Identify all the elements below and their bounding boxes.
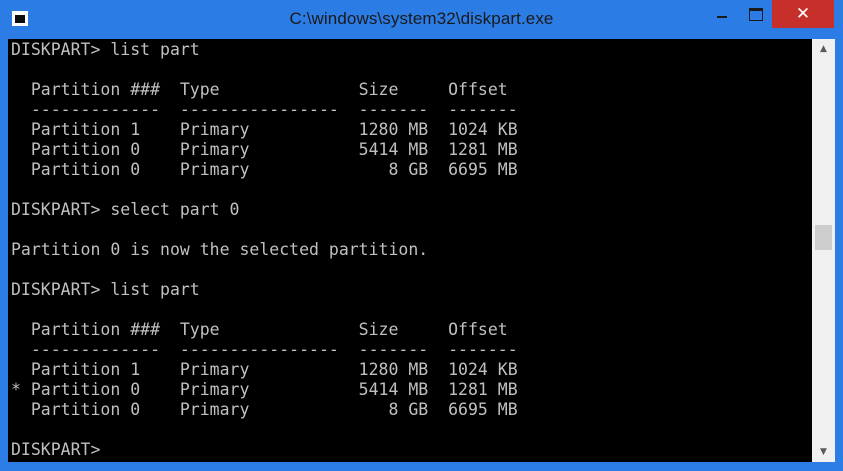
vertical-scrollbar[interactable]: ▲ ▼ <box>812 39 835 462</box>
console-line: Partition ### Type Size Offset <box>11 80 508 99</box>
scroll-thumb[interactable] <box>815 225 832 250</box>
scroll-up-button[interactable]: ▲ <box>812 39 835 59</box>
console-line: Partition 0 Primary 8 GB 6695 MB <box>11 400 518 419</box>
console-line: Partition 1 Primary 1280 MB 1024 KB <box>11 360 518 379</box>
console-line: DISKPART> <box>11 440 101 459</box>
console-line: ------------- ---------------- ------- -… <box>11 340 518 359</box>
console-line: DISKPART> list part <box>11 40 200 59</box>
minimize-icon <box>717 16 727 18</box>
scroll-down-button[interactable]: ▼ <box>812 442 835 462</box>
console-line: Partition 0 Primary 8 GB 6695 MB <box>11 160 518 179</box>
console-line: Partition 1 Primary 1280 MB 1024 KB <box>11 120 518 139</box>
console-window: C:\windows\system32\diskpart.exe ✕ DISKP… <box>0 0 843 471</box>
console-line: Partition 0 is now the selected partitio… <box>11 240 429 259</box>
console-line: Partition ### Type Size Offset <box>11 320 508 339</box>
close-button[interactable]: ✕ <box>772 0 834 28</box>
console-output[interactable]: DISKPART> list part Partition ### Type S… <box>8 39 812 462</box>
console-line: ------------- ---------------- ------- -… <box>11 100 518 119</box>
minimize-button[interactable] <box>707 0 737 28</box>
console-lines: DISKPART> list part Partition ### Type S… <box>11 40 518 460</box>
console-line: Partition 0 Primary 5414 MB 1281 MB <box>11 140 518 159</box>
title-bar[interactable]: C:\windows\system32\diskpart.exe ✕ <box>0 0 843 39</box>
console-line: * Partition 0 Primary 5414 MB 1281 MB <box>11 380 518 399</box>
close-icon: ✕ <box>795 3 811 24</box>
maximize-button[interactable] <box>741 0 771 28</box>
chevron-down-icon: ▼ <box>820 447 827 457</box>
window-bottom-border <box>0 462 843 471</box>
chevron-up-icon: ▲ <box>820 44 827 54</box>
console-line: DISKPART> select part 0 <box>11 200 240 219</box>
console-line: DISKPART> list part <box>11 280 200 299</box>
maximize-icon <box>749 7 763 21</box>
